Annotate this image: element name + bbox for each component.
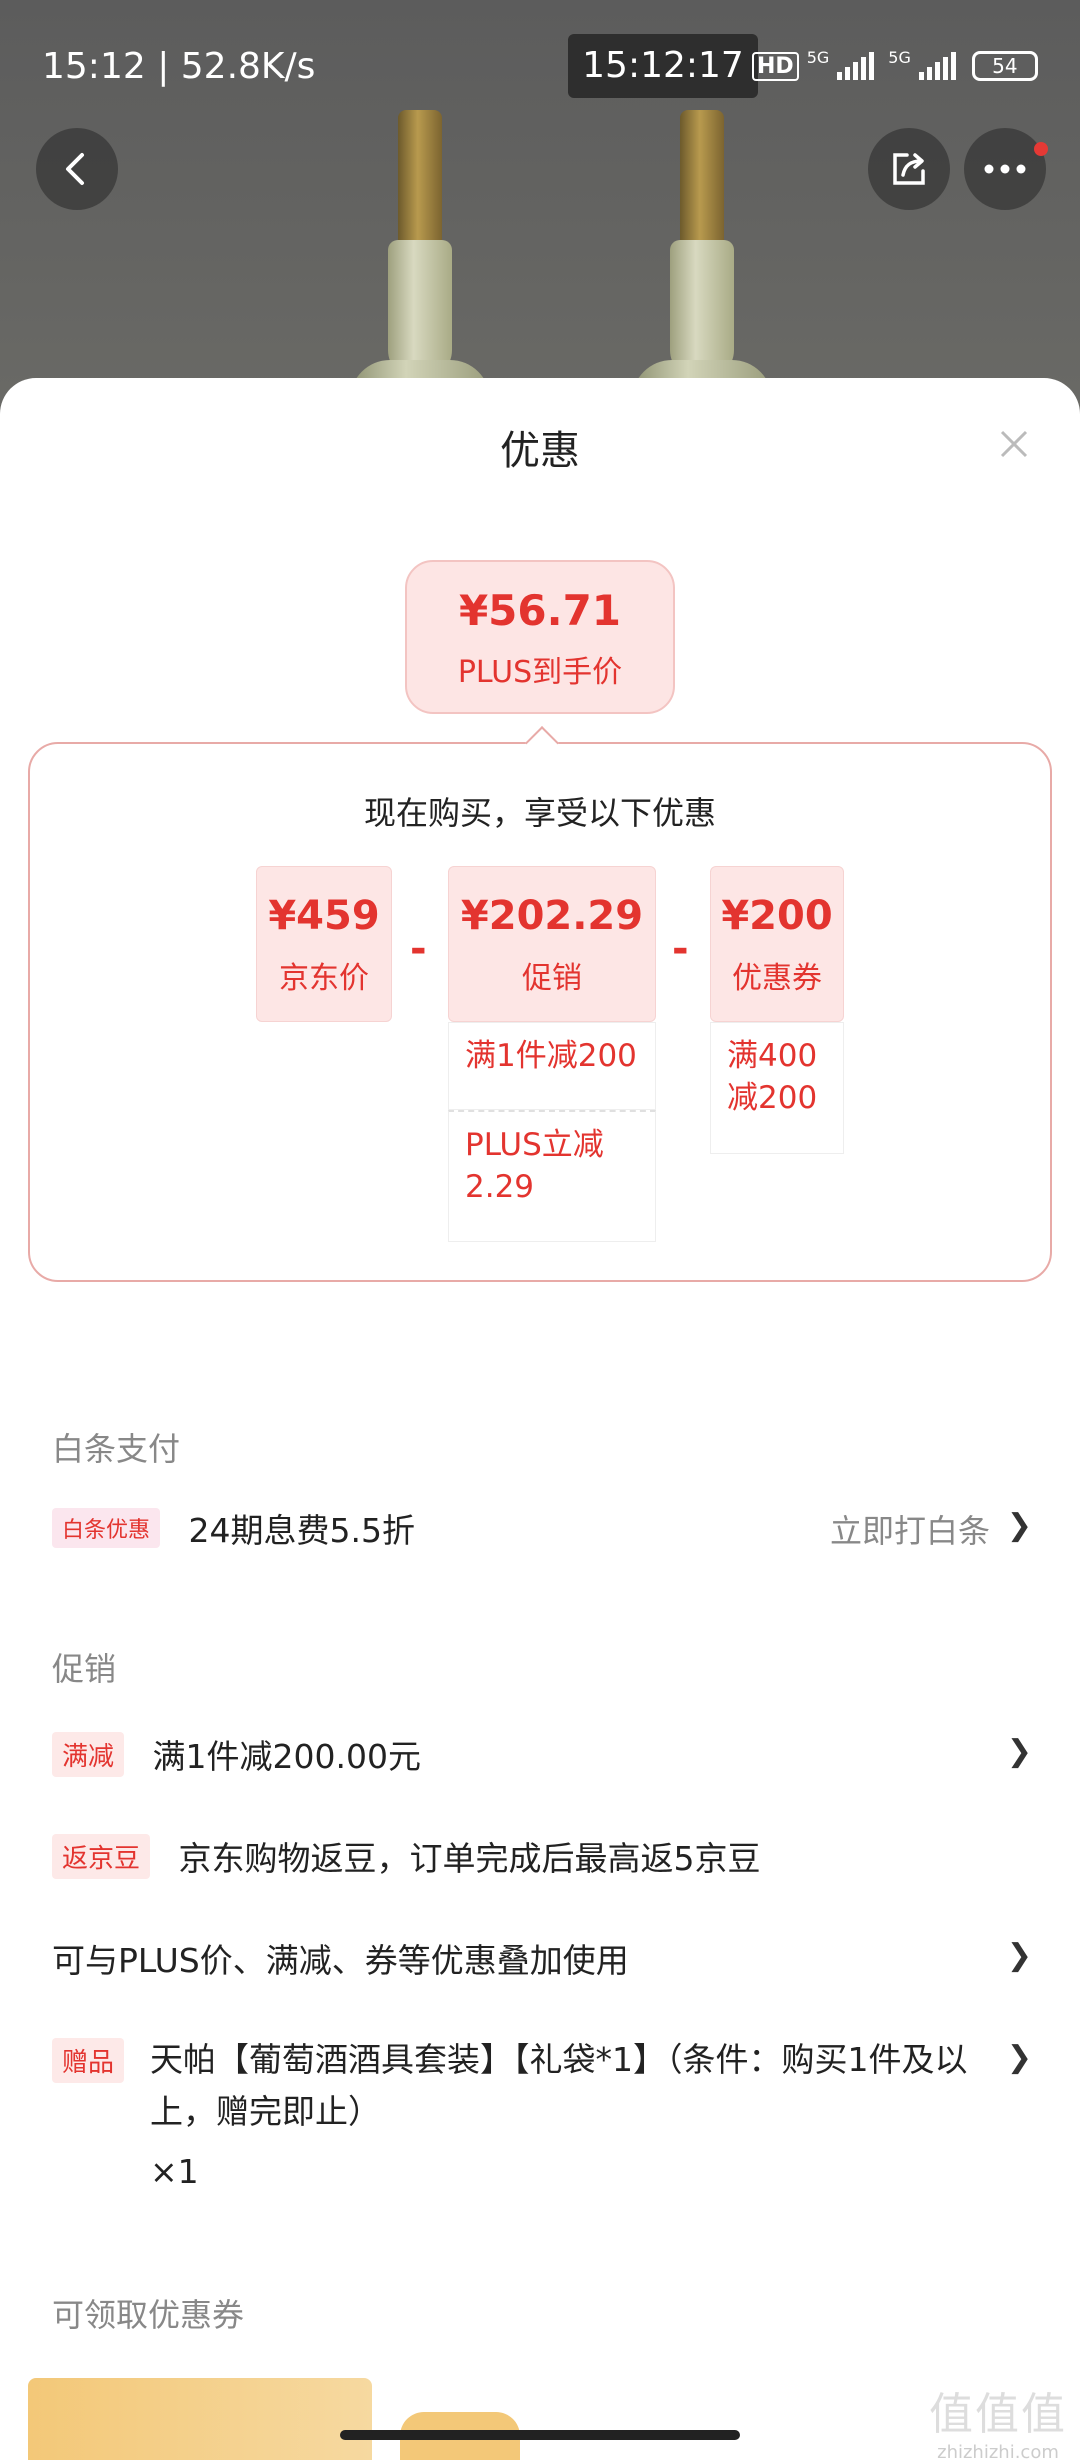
promo-label: 促销 [522,961,582,996]
coupon-detail-1: 满400减200 [710,1022,844,1154]
signal-icon [837,52,875,80]
final-price-amount: ¥56.71 [458,586,622,635]
baitiao-row[interactable]: 白条优惠 24期息费5.5折 立即打白条 ❯ [52,1504,1032,1554]
battery-icon: 54 [971,51,1038,81]
status-clock-badge: 15:12:17 [568,34,758,98]
promo-detail-2: PLUS立减2.29 [448,1110,656,1242]
jingdou-tag: 返京豆 [52,1833,151,1879]
network-5g-label: 5G [806,48,830,67]
watermark-logo: 值值值 [929,2389,1067,2440]
jd-price-box: ¥459 京东价 [256,866,392,1022]
chevron-right-icon: ❯ [1006,1508,1032,1543]
more-dots-icon [984,164,1026,174]
stacking-text: 可与PLUS价、满减、券等优惠叠加使用 [52,1941,629,1980]
close-icon[interactable] [994,424,1034,464]
chevron-right-icon: ❯ [1006,1938,1032,1973]
gift-tag: 赠品 [52,2038,125,2083]
status-icons: HD 5G 5G 54 [752,48,1038,84]
coupon-label: 优惠券 [732,961,822,996]
coupon-box: ¥200 优惠券 [710,866,844,1022]
gift-text: 天帕【葡萄酒酒具套装】【礼袋*1】（条件：购买1件及以上，赠完即止） [150,2040,968,2131]
baitiao-text: 24期息费5.5折 [188,1511,415,1550]
plus-final-price-card: ¥56.71 PLUS到手价 [405,560,675,714]
promo-box: ¥202.29 促销 [448,866,656,1022]
promo-item-stacking[interactable]: 可与PLUS价、满减、券等优惠叠加使用 ❯ [52,1934,1032,1984]
more-button[interactable] [964,128,1048,210]
baitiao-tag: 白条优惠 [52,1508,161,1548]
breakdown-title: 现在购买，享受以下优惠 [363,794,716,832]
network-5g-label-2: 5G [888,48,911,67]
available-coupons-heading: 可领取优惠券 [52,2296,245,2334]
signal-icon-2 [918,52,956,80]
status-bar: 15:12 | 52.8K/s 15:12:17 HD 5G 5G 54 [0,0,1080,130]
jd-price-value: ¥459 [268,893,380,939]
baitiao-heading: 白条支付 [52,1430,181,1468]
promo-item-gift[interactable]: 赠品 天帕【葡萄酒酒具套装】【礼袋*1】（条件：购买1件及以上，赠完即止） ×1… [52,2034,1032,2194]
sheet-title: 优惠 [500,428,580,474]
coupon-card[interactable] [28,2378,372,2460]
promo-item-full-reduction[interactable]: 满减 满1件减200.00元 ❯ [52,1730,1032,1780]
promo-detail-1: 满1件减200 [448,1022,656,1110]
final-price-label: PLUS到手价 [457,655,623,690]
jingdou-text: 京东购物返豆，订单完成后最高返5京豆 [178,1839,761,1878]
wine-bottle-image [350,110,490,420]
full-reduction-tag: 满减 [52,1731,125,1777]
discount-sheet: 优惠 ¥56.71 PLUS到手价 现在购买，享受以下优惠 ¥459 京东价 -… [0,378,1080,2460]
chevron-left-icon [66,153,84,185]
hd-indicator: HD [752,51,799,81]
promo-value: ¥202.29 [460,893,644,939]
minus-sign: - [672,926,689,972]
back-button[interactable] [36,128,118,210]
promotion-heading: 促销 [52,1650,117,1688]
jd-price-label: 京东价 [279,961,369,996]
chevron-right-icon: ❯ [1006,1734,1032,1769]
coupon-value: ¥200 [721,893,833,939]
watermark-url: zhizhizhi.com [937,2442,1059,2460]
status-time: 15:12 | 52.8K/s [42,46,316,87]
price-breakdown-panel: 现在购买，享受以下优惠 ¥459 京东价 - ¥202.29 促销 满1件减20… [28,726,1052,1282]
wine-bottle-image [632,110,772,420]
home-indicator[interactable] [340,2430,740,2440]
full-reduction-text: 满1件减200.00元 [152,1737,421,1776]
gift-quantity: ×1 [150,2152,199,2191]
baitiao-action-link[interactable]: 立即打白条 [830,1506,990,1552]
share-button[interactable] [868,128,950,210]
minus-sign: - [410,926,427,972]
chevron-right-icon: ❯ [1006,2040,1032,2075]
promo-item-jingdou: 返京豆 京东购物返豆，订单完成后最高返5京豆 [52,1832,1032,1882]
watermark: 值值值 zhizhizhi.com [928,2378,1068,2460]
notification-dot [1034,142,1048,156]
share-icon [893,153,925,185]
